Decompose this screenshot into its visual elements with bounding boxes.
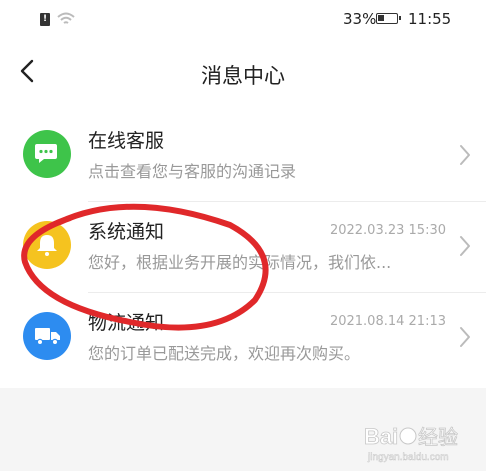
chat-bubble-icon bbox=[35, 144, 57, 163]
item-title: 在线客服 bbox=[88, 130, 165, 152]
item-title: 系统通知 bbox=[88, 221, 165, 243]
wifi-icon bbox=[57, 12, 75, 24]
battery-icon bbox=[376, 13, 401, 24]
status-bar: ! 33% 11:55 bbox=[0, 0, 486, 38]
item-description: 点击查看您与客服的沟通记录 bbox=[88, 162, 297, 181]
item-time: 2022.03.23 15:30 bbox=[329, 223, 446, 238]
sim-alert-icon: ! bbox=[40, 13, 50, 26]
logistics-avatar bbox=[23, 312, 71, 360]
list-item-system-notice[interactable]: 系统通知 2022.03.23 15:30 您好，根据业务开展的实际情况，我们依… bbox=[0, 201, 486, 292]
empty-area bbox=[0, 388, 486, 471]
page-title: 消息中心 bbox=[201, 64, 285, 88]
chevron-right-icon bbox=[460, 236, 470, 256]
battery-percent: 33% bbox=[343, 10, 377, 28]
list-item-online-service[interactable]: 在线客服 点击查看您与客服的沟通记录 bbox=[0, 110, 486, 201]
status-time: 11:55 bbox=[408, 10, 452, 28]
chevron-right-icon bbox=[460, 327, 470, 347]
truck-icon bbox=[35, 328, 60, 346]
item-time: 2021.08.14 21:13 bbox=[329, 314, 446, 329]
list-item-logistics-notice[interactable]: 物流通知 2021.08.14 21:13 您的订单已配送完成，欢迎再次购买。 bbox=[0, 292, 486, 383]
item-description: 您的订单已配送完成，欢迎再次购买。 bbox=[88, 344, 361, 363]
notice-avatar bbox=[23, 221, 71, 269]
app-header: 消息中心 bbox=[0, 38, 486, 110]
chevron-right-icon bbox=[460, 145, 470, 165]
bell-icon bbox=[37, 235, 57, 256]
message-list: 在线客服 点击查看您与客服的沟通记录 系统通知 2022.03.23 15:30… bbox=[0, 110, 486, 383]
item-title: 物流通知 bbox=[88, 312, 165, 334]
chat-avatar bbox=[23, 130, 71, 178]
item-description: 您好，根据业务开展的实际情况，我们依... bbox=[88, 253, 392, 272]
